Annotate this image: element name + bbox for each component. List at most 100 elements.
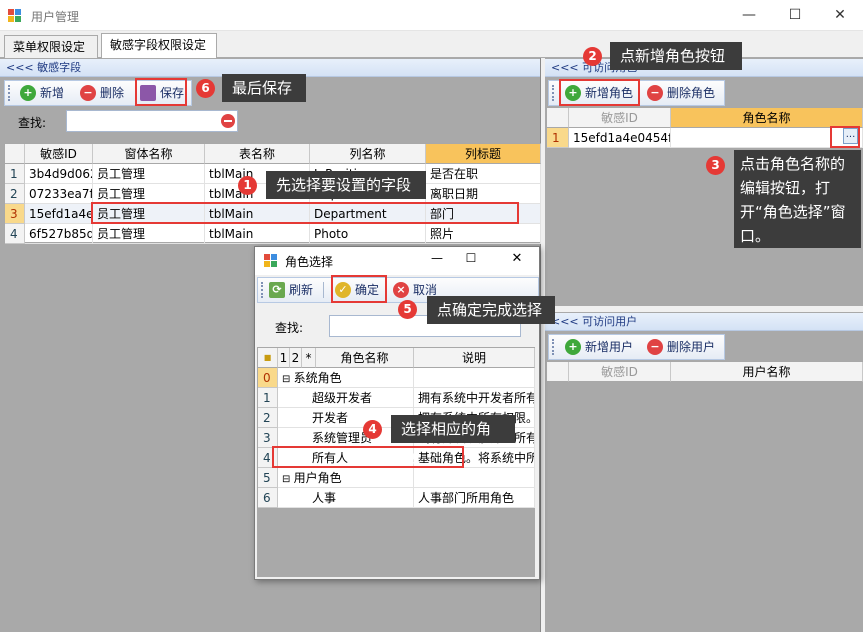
col-header-star[interactable]: * [302, 348, 316, 368]
col-header-role-name[interactable]: 角色名称 [316, 348, 414, 368]
tree-leaf-node[interactable]: 超级开发者 [278, 388, 414, 408]
callout-badge-6: 6 [196, 79, 215, 98]
col-header-id[interactable]: 敏感ID [25, 144, 93, 164]
add-role-highlight [559, 79, 640, 106]
cell-id[interactable]: 3b4d9d062 [25, 164, 93, 184]
search-input[interactable] [66, 110, 238, 132]
cell-id[interactable]: 07233ea7f [25, 184, 93, 204]
lock-icon: ■ [258, 348, 278, 368]
callout-6: 最后保存 [222, 74, 306, 102]
cell-table[interactable]: tblMain [205, 224, 310, 244]
add-button[interactable]: + 新增 [20, 84, 64, 102]
app-icon [264, 254, 277, 267]
cell-description[interactable]: 拥有系统中开发者所有 [414, 388, 535, 408]
refresh-button[interactable]: ⟳ 刷新 [269, 281, 313, 299]
callout-1: 先选择要设置的字段 [266, 171, 426, 199]
toolbar-grip [8, 85, 11, 101]
save-highlight [135, 78, 187, 106]
minimize-button[interactable]: — [726, 0, 772, 31]
cell-column[interactable]: Photo [310, 224, 426, 244]
dialog-minimize-button[interactable]: — [425, 251, 449, 265]
col-header-title[interactable]: 列标题 [426, 144, 541, 164]
col-header-level-2[interactable]: 2 [290, 348, 302, 368]
row-header-corner [547, 108, 569, 128]
delete-icon: − [647, 339, 663, 355]
add-icon: + [20, 85, 36, 101]
col-header-level-1[interactable]: 1 [278, 348, 290, 368]
row-number[interactable]: 5 [258, 468, 278, 488]
ok-highlight [331, 275, 387, 303]
row-number[interactable]: 3 [258, 428, 278, 448]
cell-form[interactable]: 员工管理 [93, 164, 205, 184]
col-header-description[interactable]: 说明 [414, 348, 535, 368]
cell-description[interactable] [414, 468, 535, 488]
callout-badge-1: 1 [238, 176, 257, 195]
tab-sensitive-field-permissions[interactable]: 敏感字段权限设定 [101, 33, 217, 58]
toolbar-separator [323, 282, 324, 298]
callout-badge-2: 2 [583, 47, 602, 66]
col-header-id[interactable]: 敏感ID [569, 108, 671, 128]
callout-3: 点击角色名称的编辑按钮，打开“角色选择”窗口。 [734, 150, 861, 248]
close-button[interactable]: ✕ [817, 0, 863, 31]
row-number[interactable]: 0 [258, 368, 278, 388]
dialog-title: 角色选择 [285, 255, 334, 269]
row-number[interactable]: 2 [5, 184, 25, 204]
row-number[interactable]: 3 [5, 204, 25, 224]
add-user-button[interactable]: + 新增用户 [565, 338, 633, 356]
roles-grid: 敏感ID 角色名称 1 15efd1a4e0454fa [546, 107, 863, 149]
col-header-id[interactable]: 敏感ID [569, 362, 671, 382]
cancel-icon: × [393, 282, 409, 298]
search-label: 查找: [18, 116, 47, 130]
row-number[interactable]: 1 [547, 128, 569, 148]
row-number[interactable]: 2 [258, 408, 278, 428]
collapse-icon[interactable]: ⊟ [282, 474, 294, 485]
col-header-user-name[interactable]: 用户名称 [671, 362, 863, 382]
dialog-maximize-button[interactable]: ☐ [459, 251, 483, 265]
cell-description[interactable] [414, 368, 535, 388]
cell-id[interactable]: 15efd1a4e [25, 204, 93, 224]
row-number[interactable]: 4 [5, 224, 25, 244]
cell-id[interactable]: 15efd1a4e0454fa [569, 128, 671, 148]
row-header-corner [547, 362, 569, 382]
app-icon [8, 9, 22, 22]
accessible-users-header[interactable]: <<< 可访问用户 [545, 313, 863, 331]
cell-form[interactable]: 员工管理 [93, 224, 205, 244]
cell-id[interactable]: 6f527b85d [25, 224, 93, 244]
cell-title[interactable]: 照片 [426, 224, 541, 244]
row-number[interactable]: 1 [258, 388, 278, 408]
delete-role-button[interactable]: − 删除角色 [647, 84, 715, 102]
toolbar-grip [552, 85, 555, 101]
toolbar-grip [261, 282, 264, 298]
row-number[interactable]: 1 [5, 164, 25, 184]
clear-search-icon[interactable] [221, 114, 235, 128]
role-row-highlight [272, 446, 464, 468]
delete-user-button[interactable]: − 删除用户 [647, 338, 715, 356]
dialog-empty-area [257, 509, 535, 577]
callout-5: 点确定完成选择 [427, 296, 555, 324]
cell-title[interactable]: 离职日期 [426, 184, 541, 204]
col-header-form[interactable]: 窗体名称 [93, 144, 205, 164]
collapse-icon[interactable]: ⊟ [282, 374, 294, 385]
callout-4: 选择相应的角色 [391, 415, 515, 466]
row-number[interactable]: 6 [258, 488, 278, 508]
callout-badge-5: 5 [398, 300, 417, 319]
callout-badge-4: 4 [363, 420, 382, 439]
tree-group-node[interactable]: ⊟ 用户角色 [278, 468, 414, 488]
col-header-table[interactable]: 表名称 [205, 144, 310, 164]
cell-title[interactable]: 是否在职 [426, 164, 541, 184]
tree-group-node[interactable]: ⊟ 系统角色 [278, 368, 414, 388]
col-header-column[interactable]: 列名称 [310, 144, 426, 164]
toolbar-grip [552, 339, 555, 355]
callout-2: 点新增角色按钮 [610, 42, 742, 70]
edit-role-highlight [830, 126, 860, 148]
col-header-role-name[interactable]: 角色名称 [671, 108, 863, 128]
tab-menu-permissions[interactable]: 菜单权限设定 [4, 35, 98, 58]
maximize-button[interactable]: ☐ [772, 0, 818, 31]
delete-button[interactable]: − 删除 [80, 84, 124, 102]
row-header-corner [5, 144, 25, 164]
cell-form[interactable]: 员工管理 [93, 184, 205, 204]
dialog-close-button[interactable]: ✕ [505, 251, 529, 266]
tree-leaf-node[interactable]: 人事 [278, 488, 414, 508]
delete-icon: − [80, 85, 96, 101]
cell-description[interactable]: 人事部门所用角色 [414, 488, 535, 508]
